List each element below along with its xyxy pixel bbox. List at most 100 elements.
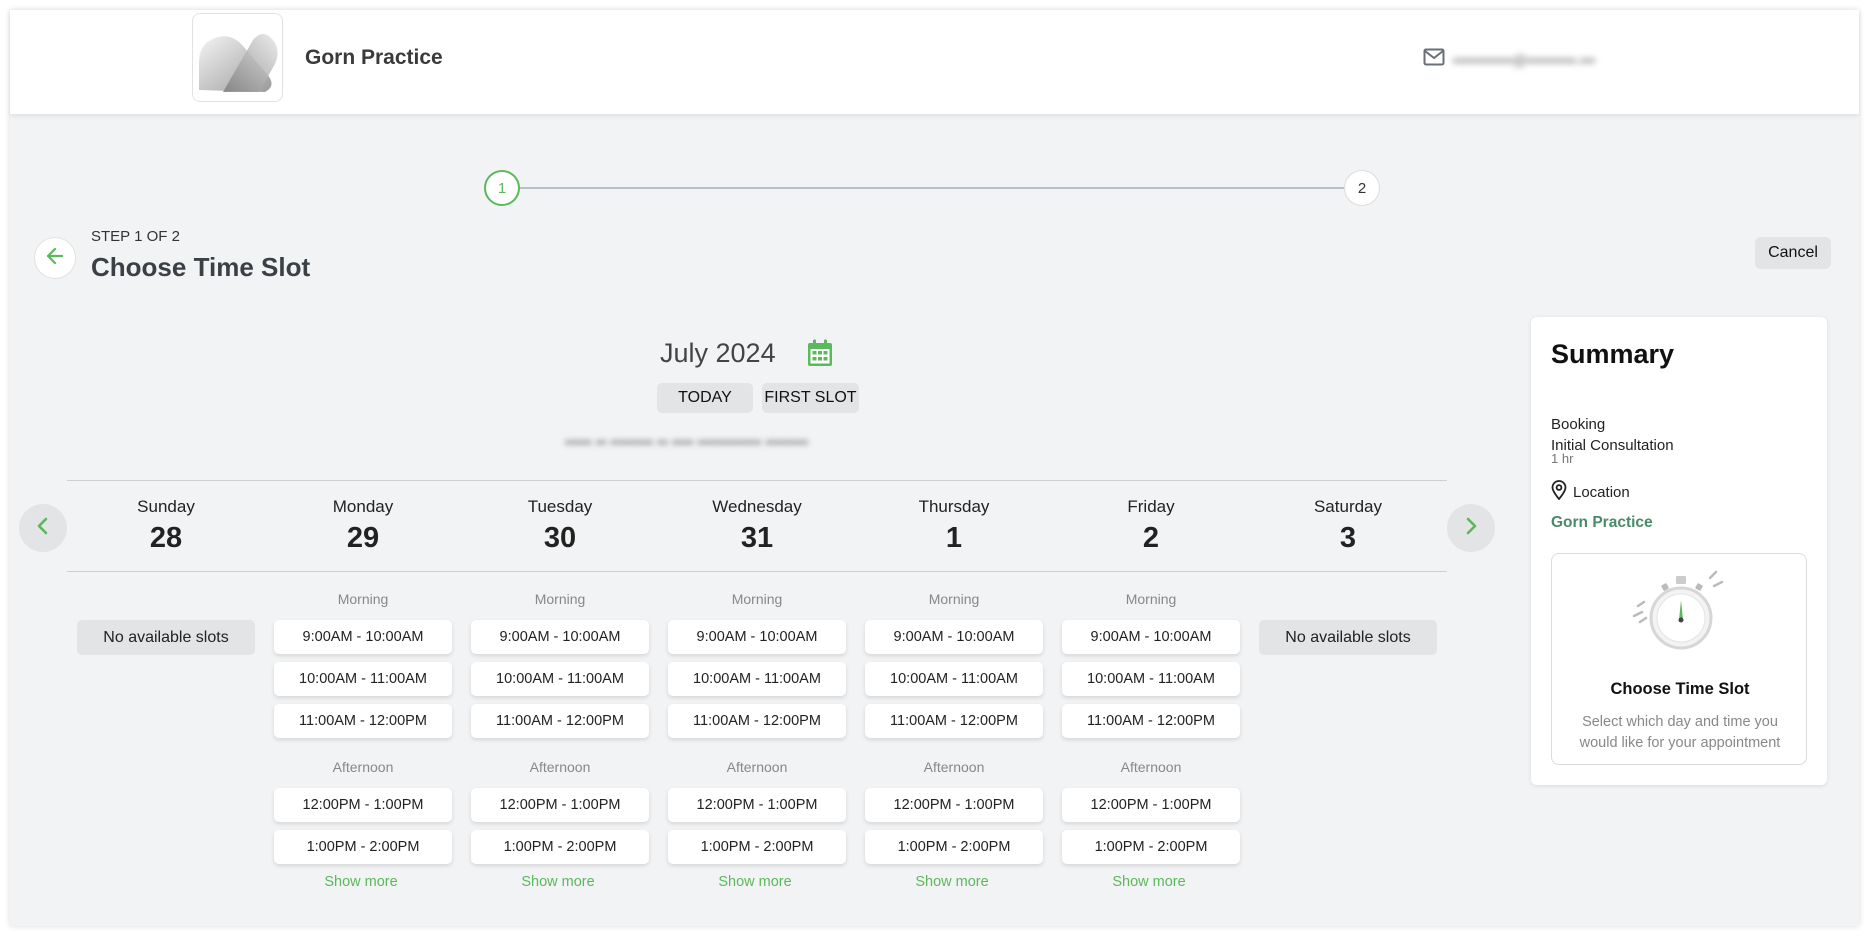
calendar-divider-bottom	[67, 571, 1447, 572]
morning-label: Morning	[731, 591, 783, 607]
calendar-icon[interactable]	[807, 339, 833, 372]
time-slot[interactable]: 12:00PM - 1:00PM	[668, 788, 846, 822]
summary-card-text: Select which day and time you would like…	[1579, 714, 1781, 751]
day-header: Saturday 3	[1259, 497, 1437, 557]
time-slot[interactable]: 9:00AM - 10:00AM	[865, 620, 1043, 654]
day-number: 31	[740, 522, 774, 554]
page-title: Choose Time Slot	[91, 252, 311, 282]
summary-step-card: Choose Time Slot Select which day and ti…	[1551, 553, 1807, 765]
afternoon-label: Afternoon	[529, 759, 591, 775]
time-slot[interactable]: 1:00PM - 2:00PM	[274, 830, 452, 864]
service-duration: 1 hr	[1551, 451, 1574, 466]
step-1-indicator: 1	[484, 170, 520, 206]
next-week-button[interactable]	[1447, 504, 1495, 552]
time-slot[interactable]: 10:00AM - 11:00AM	[865, 662, 1043, 696]
time-slot[interactable]: 11:00AM - 12:00PM	[865, 704, 1043, 738]
morning-label: Morning	[337, 591, 389, 607]
time-slot[interactable]: 10:00AM - 11:00AM	[471, 662, 649, 696]
summary-panel: Summary Booking Initial Consultation 1 h…	[1531, 317, 1827, 785]
time-slot[interactable]: 10:00AM - 11:00AM	[668, 662, 846, 696]
day-header: Friday 2	[1062, 497, 1240, 557]
day-number: 1	[945, 522, 963, 554]
morning-label: Morning	[534, 591, 586, 607]
practice-logo	[192, 13, 283, 102]
time-slot[interactable]: 11:00AM - 12:00PM	[274, 704, 452, 738]
day-name: Thursday	[918, 497, 990, 516]
practice-name: Gorn Practice	[305, 46, 443, 69]
arrow-left-icon	[45, 246, 65, 271]
day-number: 30	[543, 522, 577, 554]
time-slot[interactable]: 10:00AM - 11:00AM	[1062, 662, 1240, 696]
first-slot-button[interactable]: FIRST SLOT	[762, 383, 859, 413]
day-header: Monday 29	[274, 497, 452, 557]
day-name: Sunday	[137, 497, 195, 516]
afternoon-label: Afternoon	[923, 759, 985, 775]
show-more-link[interactable]: Show more	[1060, 874, 1238, 890]
time-slot[interactable]: 9:00AM - 10:00AM	[668, 620, 846, 654]
calendar-divider-top	[67, 480, 1447, 481]
afternoon-label: Afternoon	[726, 759, 788, 775]
time-slot[interactable]: 12:00PM - 1:00PM	[471, 788, 649, 822]
location-row: Location	[1551, 480, 1630, 504]
day-number: 28	[149, 522, 183, 554]
day-name: Wednesday	[712, 497, 802, 516]
time-slot[interactable]: 9:00AM - 10:00AM	[471, 620, 649, 654]
afternoon-label: Afternoon	[332, 759, 394, 775]
time-slot[interactable]: 11:00AM - 12:00PM	[1062, 704, 1240, 738]
today-button[interactable]: TODAY	[657, 383, 753, 413]
time-slot[interactable]: 1:00PM - 2:00PM	[1062, 830, 1240, 864]
summary-card-title: Choose Time Slot	[1610, 680, 1750, 698]
show-more-link[interactable]: Show more	[272, 874, 450, 890]
time-slot[interactable]: 1:00PM - 2:00PM	[471, 830, 649, 864]
day-name: Tuesday	[527, 497, 593, 516]
time-slot[interactable]: 1:00PM - 2:00PM	[668, 830, 846, 864]
app-frame: Gorn Practice ▪▪▪▪▪▪▪▪▪▪▪▪@▪▪▪▪▪▪▪▪▪▪.▪▪…	[10, 10, 1859, 926]
location-name: Gorn Practice	[1551, 514, 1653, 531]
show-more-link[interactable]: Show more	[666, 874, 844, 890]
time-slot[interactable]: 12:00PM - 1:00PM	[274, 788, 452, 822]
month-title: July 2024	[660, 338, 776, 368]
step-2-indicator: 2	[1344, 170, 1380, 206]
day-name: Friday	[1127, 497, 1175, 516]
cancel-button[interactable]: Cancel	[1755, 237, 1831, 269]
day-number: 29	[346, 522, 380, 554]
booking-label: Booking	[1551, 416, 1606, 433]
time-slot[interactable]: 1:00PM - 2:00PM	[865, 830, 1043, 864]
timezone-note: ▪▪▪▪▪ ▪▪ ▪▪▪▪▪▪▪▪ ▪▪ ▪▪▪▪ ▪▪▪▪▪▪▪▪▪▪▪▪ ▪…	[565, 434, 809, 451]
prev-week-button[interactable]	[19, 504, 67, 552]
no-slots-badge: No available slots	[77, 620, 255, 655]
time-slot[interactable]: 12:00PM - 1:00PM	[865, 788, 1043, 822]
time-slot[interactable]: 12:00PM - 1:00PM	[1062, 788, 1240, 822]
stopwatch-icon	[1630, 562, 1730, 667]
morning-label: Morning	[1125, 591, 1177, 607]
mail-icon	[1423, 48, 1445, 71]
email-text: ▪▪▪▪▪▪▪▪▪▪▪▪@▪▪▪▪▪▪▪▪▪▪.▪▪▪	[1453, 51, 1596, 68]
day-header: Tuesday 30	[471, 497, 649, 557]
time-slot[interactable]: 11:00AM - 12:00PM	[471, 704, 649, 738]
day-header: Thursday 1	[865, 497, 1043, 557]
summary-title: Summary	[1551, 339, 1675, 369]
chevron-right-icon	[1462, 517, 1480, 540]
time-slot[interactable]: 10:00AM - 11:00AM	[274, 662, 452, 696]
day-name: Saturday	[1313, 497, 1383, 516]
time-slot[interactable]: 11:00AM - 12:00PM	[668, 704, 846, 738]
day-header: Sunday 28	[77, 497, 255, 557]
step-label: STEP 1 OF 2	[91, 228, 180, 245]
contact-email[interactable]: ▪▪▪▪▪▪▪▪▪▪▪▪@▪▪▪▪▪▪▪▪▪▪.▪▪▪	[1423, 48, 1595, 71]
time-slot[interactable]: 9:00AM - 10:00AM	[274, 620, 452, 654]
show-more-link[interactable]: Show more	[863, 874, 1041, 890]
day-header: Wednesday 31	[668, 497, 846, 557]
day-name: Monday	[332, 497, 394, 516]
no-slots-badge: No available slots	[1259, 620, 1437, 655]
time-slot[interactable]: 9:00AM - 10:00AM	[1062, 620, 1240, 654]
morning-label: Morning	[928, 591, 980, 607]
day-number: 2	[1142, 522, 1160, 554]
header: Gorn Practice ▪▪▪▪▪▪▪▪▪▪▪▪@▪▪▪▪▪▪▪▪▪▪.▪▪…	[10, 10, 1859, 114]
chevron-left-icon	[34, 517, 52, 540]
back-button[interactable]	[34, 237, 76, 279]
stepper-line	[515, 187, 1357, 189]
map-pin-icon	[1551, 480, 1567, 504]
location-label: Location	[1573, 483, 1630, 501]
show-more-link[interactable]: Show more	[469, 874, 647, 890]
afternoon-label: Afternoon	[1120, 759, 1182, 775]
